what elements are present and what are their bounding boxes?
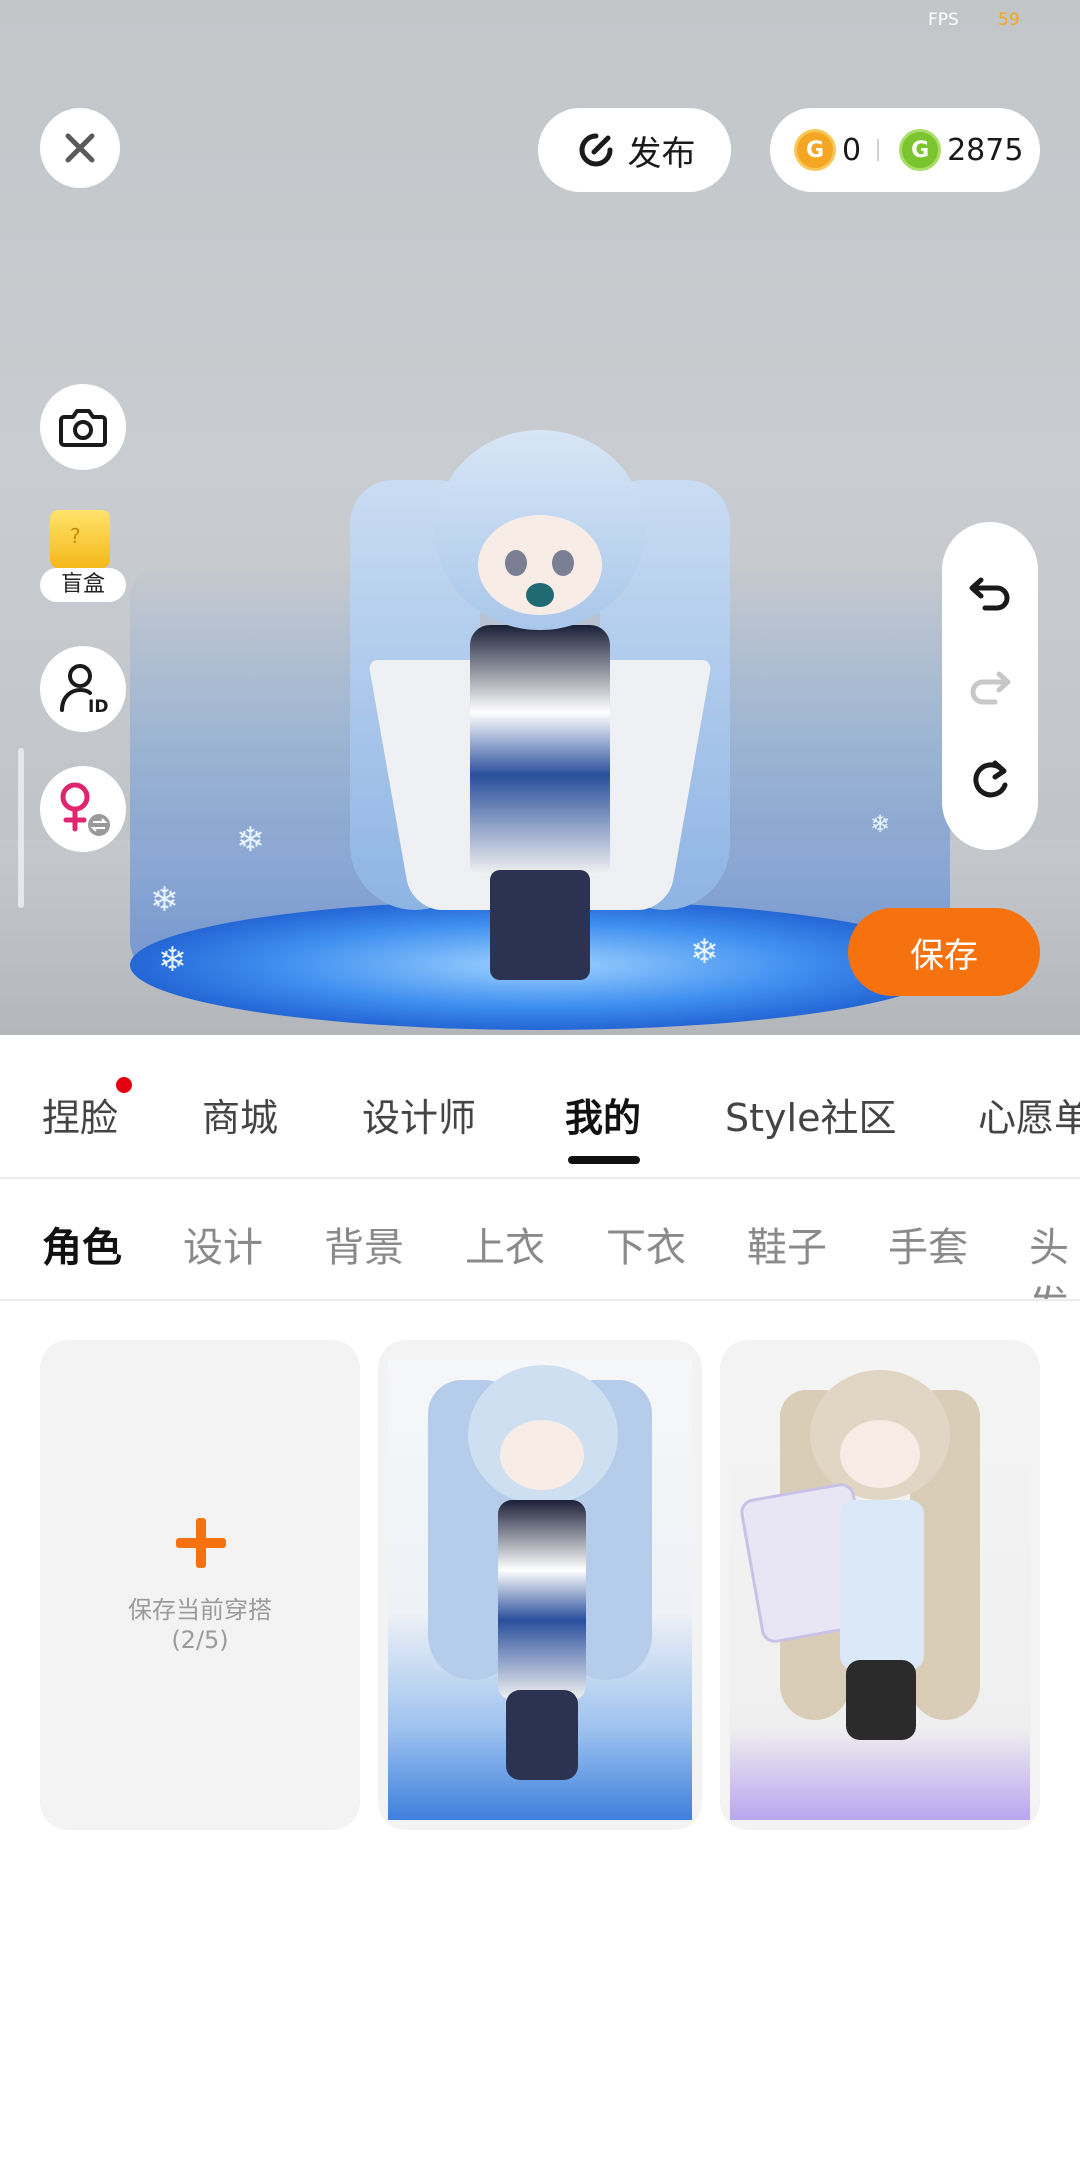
save-button[interactable]: 保存 [848, 908, 1040, 996]
publish-button[interactable]: 发布 [538, 108, 731, 192]
green-coin-icon: G [899, 129, 942, 171]
tab-face[interactable]: 捏脸 [42, 1077, 133, 1142]
green-amount: 2875 [947, 132, 1024, 168]
female-swap-icon [60, 782, 110, 836]
gender-switch-button[interactable] [40, 766, 126, 852]
reset-icon [973, 760, 1008, 798]
currency-divider [877, 139, 880, 161]
tab-shop[interactable]: 商城 [202, 1087, 278, 1142]
tab-designer[interactable]: 设计师 [362, 1087, 476, 1142]
redo-icon [970, 671, 1011, 705]
subtab-gloves[interactable]: 手套 [888, 1215, 968, 1273]
avatar-model[interactable] [330, 420, 750, 1020]
blindbox-button[interactable]: ? 盲盒 [40, 510, 126, 610]
avatar-body [470, 625, 610, 875]
main-tab-bar: 捏脸 商城 设计师 我的 Style社区 心愿单 [0, 1035, 1080, 1179]
subtab-design[interactable]: 设计 [183, 1215, 263, 1273]
subtab-bottoms[interactable]: 下衣 [606, 1215, 686, 1273]
snowflake-icon: ❄ [158, 940, 187, 980]
gold-amount: 0 [842, 132, 862, 168]
currency-display[interactable]: G 0 G 2875 [770, 108, 1040, 192]
tab-wishlist[interactable]: 心愿单 [978, 1087, 1080, 1142]
outfit-thumbnail [730, 1360, 1030, 1820]
svg-text:ID: ID [88, 697, 108, 716]
outfit-card[interactable] [720, 1340, 1040, 1830]
history-panel [942, 522, 1038, 850]
outfit-thumbnail [388, 1360, 692, 1820]
thumb-legs [846, 1660, 916, 1740]
subtab-hair[interactable]: 头发 [1029, 1215, 1080, 1299]
subtab-tops[interactable]: 上衣 [465, 1215, 545, 1273]
tab-mine[interactable]: 我的 [565, 1087, 641, 1142]
blindbox-icon: ? [50, 510, 110, 568]
tab-style-community[interactable]: Style社区 [725, 1087, 896, 1142]
notification-badge [116, 1077, 133, 1093]
close-button[interactable] [40, 108, 120, 188]
tab-face-label: 捏脸 [42, 1096, 119, 1140]
avatar-id-icon: ID [60, 664, 108, 716]
thumb-body [498, 1500, 586, 1700]
subtab-character[interactable]: 角色 [42, 1215, 122, 1273]
side-scroll-indicator [18, 748, 24, 908]
snowflake-icon: ❄ [236, 820, 265, 860]
save-outfit-card[interactable]: 保存当前穿搭 (2/5) [40, 1340, 360, 1830]
outfit-card[interactable] [378, 1340, 702, 1830]
avatar-eye [552, 550, 574, 576]
save-outfit-label: 保存当前穿搭 [128, 1596, 272, 1624]
subtab-background[interactable]: 背景 [324, 1215, 404, 1273]
tab-style-community-label: Style社区 [725, 1096, 897, 1140]
publish-label: 发布 [627, 133, 696, 174]
fps-value: 59 [998, 10, 1020, 30]
publish-icon [579, 133, 612, 167]
fps-label: FPS [928, 10, 959, 30]
save-outfit-count: (2/5) [171, 1626, 229, 1654]
thumb-body [840, 1500, 924, 1670]
avatar-pacifier [526, 583, 554, 607]
undo-icon [969, 577, 1010, 611]
thumb-legs [506, 1690, 578, 1780]
undo-button[interactable] [960, 562, 1020, 622]
category-tab-bar: 角色 设计 背景 上衣 下衣 鞋子 手套 头发 [0, 1179, 1080, 1301]
camera-icon [59, 409, 107, 447]
tab-mine-label: 我的 [565, 1096, 642, 1140]
avatar-eye [505, 550, 527, 576]
snowflake-icon: ❄ [150, 880, 179, 920]
reset-button[interactable] [960, 750, 1020, 810]
plus-icon [176, 1518, 226, 1568]
tab-designer-label: 设计师 [362, 1096, 477, 1140]
blindbox-label: 盲盒 [40, 568, 126, 602]
thumb-face [500, 1420, 584, 1490]
active-tab-indicator [568, 1156, 640, 1164]
avatar-legs [490, 870, 590, 980]
tab-shop-label: 商城 [202, 1096, 279, 1140]
outfit-grid: 保存当前穿搭 (2/5) [0, 1340, 1080, 1830]
subtab-shoes[interactable]: 鞋子 [747, 1215, 827, 1273]
snowflake-icon: ❄ [870, 810, 891, 838]
avatar-id-button[interactable]: ID [40, 646, 126, 732]
camera-button[interactable] [40, 384, 126, 470]
thumb-face [840, 1420, 920, 1488]
blindbox-question-mark: ? [70, 524, 81, 548]
close-icon [65, 133, 95, 163]
tab-wishlist-label: 心愿单 [978, 1096, 1080, 1140]
redo-button[interactable] [960, 656, 1020, 716]
gold-coin-icon: G [794, 129, 836, 171]
